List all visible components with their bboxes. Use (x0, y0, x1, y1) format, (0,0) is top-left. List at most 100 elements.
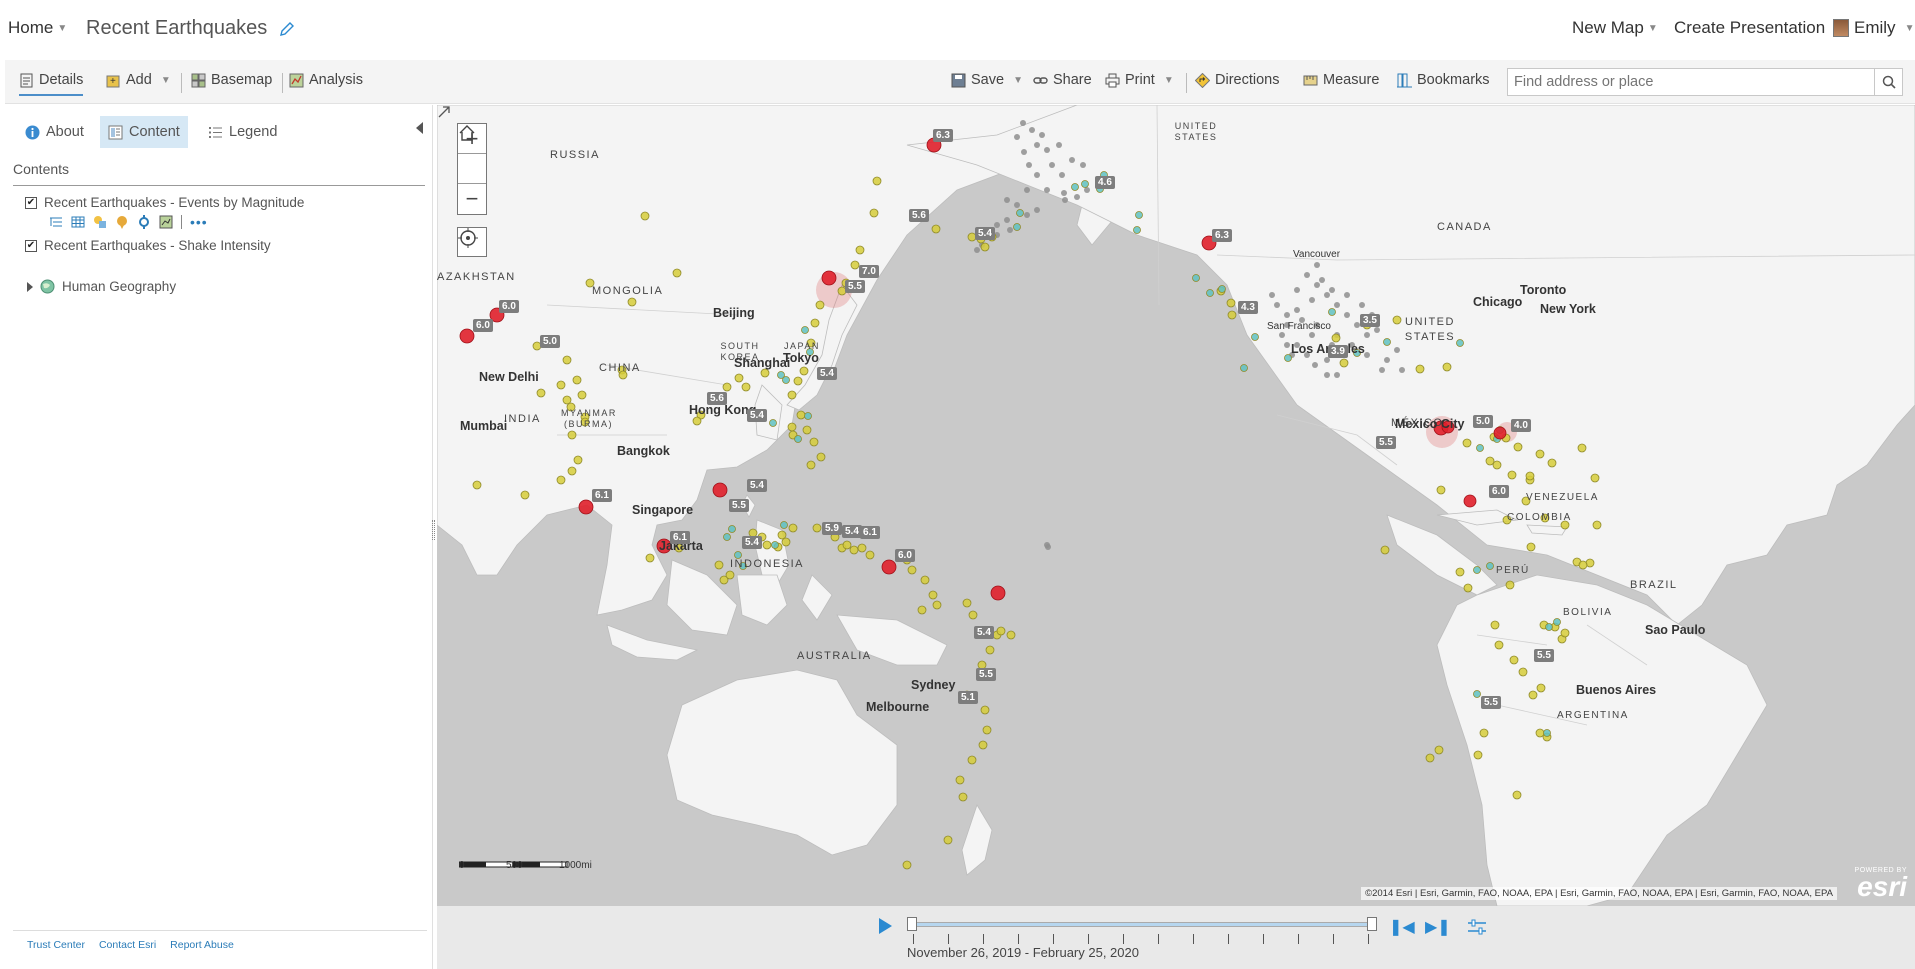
quake-marker[interactable] (1553, 618, 1561, 626)
quake-marker[interactable] (1490, 620, 1500, 630)
quake-marker[interactable] (985, 645, 995, 655)
minor-quake-marker[interactable] (1309, 297, 1315, 303)
quake-marker[interactable] (849, 545, 859, 555)
tab-about[interactable]: About (17, 116, 92, 148)
quake-marker[interactable] (1133, 226, 1141, 234)
quake-marker[interactable] (902, 860, 912, 870)
show-legend-icon[interactable] (49, 215, 63, 229)
quake-marker[interactable] (762, 540, 772, 550)
time-slider-end-handle[interactable] (1367, 917, 1377, 931)
quake-marker[interactable] (1442, 362, 1452, 372)
quake-marker[interactable] (627, 297, 637, 307)
quake-marker[interactable] (787, 390, 797, 400)
minor-quake-marker[interactable] (1294, 307, 1300, 313)
quake-marker[interactable] (796, 410, 806, 420)
minor-quake-marker[interactable] (1004, 217, 1010, 223)
map-viewer-icon[interactable] (159, 215, 173, 229)
quake-marker[interactable] (734, 373, 744, 383)
quake-marker[interactable] (536, 388, 546, 398)
minor-quake-marker[interactable] (1020, 120, 1026, 126)
quake-marker[interactable] (782, 376, 790, 384)
quake-marker[interactable] (932, 600, 942, 610)
minor-quake-marker[interactable] (1344, 312, 1350, 318)
minor-quake-marker[interactable] (1304, 272, 1310, 278)
layer-checkbox[interactable]: ✔ (25, 239, 37, 252)
esri-logo[interactable]: POWERED BY esri (1855, 867, 1907, 901)
tab-content[interactable]: Content (100, 116, 188, 148)
quake-marker[interactable] (1545, 623, 1553, 631)
minor-quake-marker[interactable] (1014, 202, 1020, 208)
quake-marker[interactable] (562, 355, 572, 365)
quake-marker[interactable] (741, 382, 751, 392)
minor-quake-marker[interactable] (1329, 287, 1335, 293)
perform-analysis-icon[interactable] (137, 215, 151, 229)
quake-marker[interactable] (1526, 542, 1536, 552)
quake-marker[interactable] (917, 605, 927, 615)
quake-marker[interactable] (931, 224, 941, 234)
add-button[interactable]: + Add ▼ (106, 72, 171, 88)
minor-quake-marker[interactable] (1061, 190, 1067, 196)
minor-quake-marker[interactable] (1294, 287, 1300, 293)
quake-marker[interactable] (760, 368, 770, 378)
quake-marker[interactable] (1455, 567, 1465, 577)
quake-marker[interactable] (1590, 473, 1600, 483)
quake-marker[interactable] (771, 541, 779, 549)
quake-marker[interactable] (1016, 209, 1024, 217)
quake-marker[interactable] (1492, 460, 1502, 470)
quake-marker[interactable] (955, 775, 965, 785)
quake-marker[interactable] (980, 705, 990, 715)
quake-marker[interactable] (810, 318, 820, 328)
minor-quake-marker[interactable] (1279, 332, 1285, 338)
minor-quake-marker[interactable] (1312, 362, 1318, 368)
quake-marker[interactable] (780, 521, 788, 529)
quake-marker[interactable] (816, 452, 826, 462)
major-quake-marker[interactable] (578, 499, 594, 515)
save-button[interactable]: Save ▼ (951, 72, 1023, 88)
major-quake-marker[interactable] (821, 270, 837, 286)
contact-esri-link[interactable]: Contact Esri (99, 939, 156, 951)
minor-quake-marker[interactable] (1314, 282, 1320, 288)
layer-item[interactable]: ✔ Recent Earthquakes - Shake Intensity (25, 238, 271, 253)
home-menu[interactable]: Home ▼ (8, 18, 67, 38)
trust-center-link[interactable]: Trust Center (27, 939, 85, 951)
quake-marker[interactable] (968, 610, 978, 620)
minor-quake-marker[interactable] (1069, 157, 1075, 163)
quake-marker[interactable] (1135, 211, 1143, 219)
major-quake-marker[interactable] (459, 328, 475, 344)
quake-marker[interactable] (1528, 690, 1538, 700)
quake-marker[interactable] (967, 755, 977, 765)
quake-marker[interactable] (1415, 364, 1425, 374)
quake-marker[interactable] (1251, 333, 1259, 341)
minor-quake-marker[interactable] (1334, 372, 1340, 378)
zoom-out-button[interactable]: − (458, 184, 486, 214)
quake-marker[interactable] (1013, 223, 1021, 231)
quake-marker[interactable] (573, 455, 583, 465)
quake-marker[interactable] (556, 380, 566, 390)
minor-quake-marker[interactable] (1059, 172, 1065, 178)
previous-step-icon[interactable]: ❚◀ (1389, 917, 1415, 937)
minor-quake-marker[interactable] (1062, 197, 1068, 203)
quake-marker[interactable] (1240, 364, 1248, 372)
next-step-icon[interactable]: ▶❚ (1425, 917, 1451, 937)
quake-marker[interactable] (1525, 471, 1535, 481)
quake-marker[interactable] (794, 435, 802, 443)
minor-quake-marker[interactable] (1384, 357, 1390, 363)
quake-marker[interactable] (1434, 745, 1444, 755)
quake-marker[interactable] (572, 375, 582, 385)
quake-marker[interactable] (850, 260, 860, 270)
minor-quake-marker[interactable] (1364, 332, 1370, 338)
quake-marker[interactable] (980, 242, 990, 252)
quake-marker[interactable] (1331, 333, 1341, 343)
minor-quake-marker[interactable] (994, 222, 1000, 228)
report-abuse-link[interactable]: Report Abuse (170, 939, 234, 951)
quake-marker[interactable] (943, 835, 953, 845)
minor-quake-marker[interactable] (1319, 277, 1325, 283)
quake-marker[interactable] (1513, 442, 1523, 452)
map-view[interactable]: RUSSIA AZAKHSTAN MONGOLIA CHINA INDIA MY… (437, 105, 1915, 906)
minor-quake-marker[interactable] (1359, 302, 1365, 308)
quake-marker[interactable] (1227, 310, 1237, 320)
minor-quake-marker[interactable] (1014, 134, 1020, 140)
time-slider-track[interactable] (907, 917, 1377, 931)
quake-marker[interactable] (722, 382, 732, 392)
home-extent-button[interactable] (458, 125, 486, 184)
